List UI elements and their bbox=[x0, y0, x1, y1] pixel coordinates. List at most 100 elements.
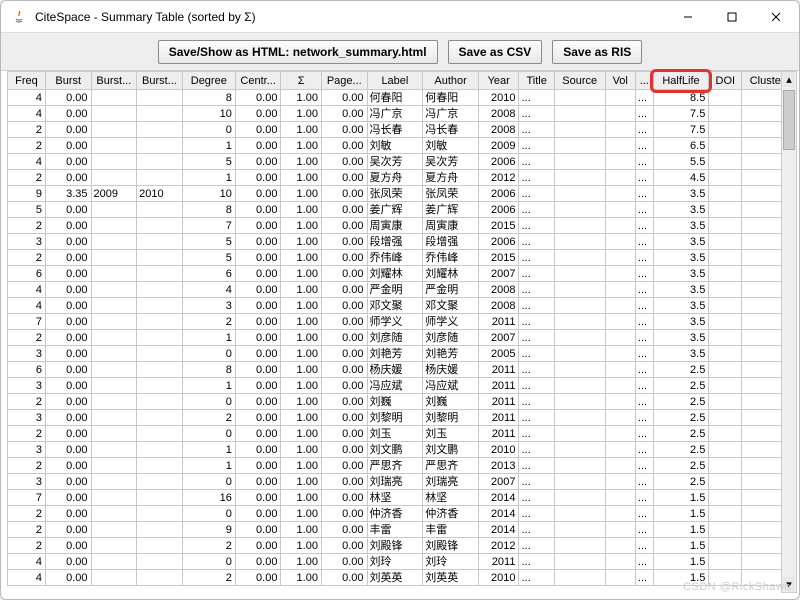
cell bbox=[137, 282, 183, 298]
cell bbox=[91, 410, 137, 426]
cell: 0 bbox=[182, 346, 235, 362]
table-row[interactable]: 40.0040.001.000.00严金明严金明2008......3.5 bbox=[8, 282, 793, 298]
cell bbox=[709, 330, 742, 346]
table-row[interactable]: 20.0020.001.000.00刘殿锋刘殿锋2012......1.5 bbox=[8, 538, 793, 554]
cell: 5.5 bbox=[653, 154, 709, 170]
column-header[interactable]: Degree bbox=[182, 72, 235, 90]
cell: 0.00 bbox=[321, 266, 367, 282]
table-row[interactable]: 40.0030.001.000.00邓文聚邓文聚2008......3.5 bbox=[8, 298, 793, 314]
cell: 0.00 bbox=[235, 442, 281, 458]
table-row[interactable]: 30.0000.001.000.00刘艳芳刘艳芳2005......3.5 bbox=[8, 346, 793, 362]
table-row[interactable]: 40.0050.001.000.00吴次芳吴次芳2006......5.5 bbox=[8, 154, 793, 170]
summary-table[interactable]: FreqBurstBurst...Burst...DegreeCentr...Σ… bbox=[7, 71, 793, 586]
cell: 1.00 bbox=[281, 234, 322, 250]
save-ris-button[interactable]: Save as RIS bbox=[552, 40, 642, 64]
table-row[interactable]: 70.00160.001.000.00林坚林坚2014......1.5 bbox=[8, 490, 793, 506]
table-row[interactable]: 20.0000.001.000.00刘巍刘巍2011......2.5 bbox=[8, 394, 793, 410]
table-row[interactable]: 20.0050.001.000.00乔伟峰乔伟峰2015......3.5 bbox=[8, 250, 793, 266]
column-header[interactable]: HalfLife bbox=[653, 72, 709, 90]
cell: 0.00 bbox=[321, 394, 367, 410]
cell bbox=[554, 426, 605, 442]
table-row[interactable]: 20.0070.001.000.00周寅康周寅康2015......3.5 bbox=[8, 218, 793, 234]
cell: 3.5 bbox=[653, 186, 709, 202]
table-row[interactable]: 20.0010.001.000.00夏方舟夏方舟2012......4.5 bbox=[8, 170, 793, 186]
cell: 1.00 bbox=[281, 362, 322, 378]
scroll-up-arrow[interactable]: ▴ bbox=[783, 72, 795, 87]
table-row[interactable]: 20.0010.001.000.00刘敏刘敏2009......6.5 bbox=[8, 138, 793, 154]
table-row[interactable]: 70.0020.001.000.00师学义师学义2011......3.5 bbox=[8, 314, 793, 330]
column-header[interactable]: Centr... bbox=[235, 72, 281, 90]
column-header[interactable]: Source bbox=[554, 72, 605, 90]
column-header[interactable]: Page... bbox=[321, 72, 367, 90]
cell: 0.00 bbox=[45, 410, 91, 426]
table-row[interactable]: 30.0010.001.000.00刘文鹏刘文鹏2010......2.5 bbox=[8, 442, 793, 458]
table-row[interactable]: 40.0000.001.000.00刘玲刘玲2011......1.5 bbox=[8, 554, 793, 570]
cell: 2014 bbox=[478, 522, 519, 538]
table-row[interactable]: 60.0080.001.000.00杨庆媛杨庆媛2011......2.5 bbox=[8, 362, 793, 378]
cell: 0.00 bbox=[235, 186, 281, 202]
table-row[interactable]: 20.0010.001.000.00刘彦随刘彦随2007......3.5 bbox=[8, 330, 793, 346]
cell: 冯广京 bbox=[423, 106, 479, 122]
cell bbox=[605, 442, 635, 458]
cell: 2 bbox=[182, 314, 235, 330]
table-row[interactable]: 93.3520092010100.001.000.00张凤荣张凤荣2006...… bbox=[8, 186, 793, 202]
column-header[interactable]: Vol bbox=[605, 72, 635, 90]
column-header[interactable]: Σ bbox=[281, 72, 322, 90]
minimize-button[interactable] bbox=[675, 7, 701, 27]
column-header[interactable]: DOI bbox=[709, 72, 742, 90]
table-row[interactable]: 30.0020.001.000.00刘黎明刘黎明2011......2.5 bbox=[8, 410, 793, 426]
table-row[interactable]: 30.0010.001.000.00冯应斌冯应斌2011......2.5 bbox=[8, 378, 793, 394]
table-row[interactable]: 60.0060.001.000.00刘耀林刘耀林2007......3.5 bbox=[8, 266, 793, 282]
close-button[interactable] bbox=[763, 7, 789, 27]
cell: 3 bbox=[8, 474, 46, 490]
table-row[interactable]: 30.0050.001.000.00段增强段增强2006......3.5 bbox=[8, 234, 793, 250]
save-html-button[interactable]: Save/Show as HTML: network_summary.html bbox=[158, 40, 438, 64]
cell: 0.00 bbox=[235, 506, 281, 522]
column-header[interactable]: Title bbox=[519, 72, 554, 90]
maximize-button[interactable] bbox=[719, 7, 745, 27]
cell bbox=[91, 138, 137, 154]
vertical-scrollbar[interactable]: ▴ ▾ bbox=[781, 71, 797, 593]
cell: 何春阳 bbox=[423, 90, 479, 106]
column-header[interactable]: Burst... bbox=[137, 72, 183, 90]
table-row[interactable]: 20.0000.001.000.00冯长春冯长春2008......7.5 bbox=[8, 122, 793, 138]
column-header[interactable]: Year bbox=[478, 72, 519, 90]
table-row[interactable]: 20.0090.001.000.00丰雷丰雷2014......1.5 bbox=[8, 522, 793, 538]
scroll-thumb[interactable] bbox=[783, 90, 795, 150]
cell: 3.5 bbox=[653, 282, 709, 298]
cell bbox=[137, 538, 183, 554]
cell: 0.00 bbox=[235, 234, 281, 250]
column-header[interactable]: Burst... bbox=[91, 72, 137, 90]
table-row[interactable]: 20.0000.001.000.00仲济香仲济香2014......1.5 bbox=[8, 506, 793, 522]
cell: 刘耀林 bbox=[367, 266, 423, 282]
save-csv-button[interactable]: Save as CSV bbox=[448, 40, 543, 64]
table-row[interactable]: 40.00100.001.000.00冯广京冯广京2008......7.5 bbox=[8, 106, 793, 122]
cell: ... bbox=[635, 250, 653, 266]
cell bbox=[91, 154, 137, 170]
cell: 0.00 bbox=[235, 298, 281, 314]
column-header[interactable]: Label bbox=[367, 72, 423, 90]
cell: 刘艳芳 bbox=[367, 346, 423, 362]
table-row[interactable]: 40.0020.001.000.00刘英英刘英英2010......1.5 bbox=[8, 570, 793, 586]
cell: 2005 bbox=[478, 346, 519, 362]
scroll-down-arrow[interactable]: ▾ bbox=[783, 577, 795, 592]
table-row[interactable]: 30.0000.001.000.00刘瑞亮刘瑞亮2007......2.5 bbox=[8, 474, 793, 490]
cell: ... bbox=[519, 506, 554, 522]
cell bbox=[137, 266, 183, 282]
cell: ... bbox=[635, 410, 653, 426]
cell: 0.00 bbox=[235, 218, 281, 234]
cell: 吴次芳 bbox=[367, 154, 423, 170]
cell: 1.5 bbox=[653, 490, 709, 506]
column-header[interactable]: ... bbox=[635, 72, 653, 90]
table-row[interactable]: 20.0010.001.000.00严思齐严思齐2013......2.5 bbox=[8, 458, 793, 474]
cell bbox=[605, 266, 635, 282]
column-header[interactable]: Freq bbox=[8, 72, 46, 90]
table-row[interactable]: 20.0000.001.000.00刘玉刘玉2011......2.5 bbox=[8, 426, 793, 442]
table-row[interactable]: 50.0080.001.000.00姜广辉姜广辉2006......3.5 bbox=[8, 202, 793, 218]
cell: 0.00 bbox=[321, 554, 367, 570]
cell: 仲济香 bbox=[423, 506, 479, 522]
cell: 0.00 bbox=[321, 282, 367, 298]
table-row[interactable]: 40.0080.001.000.00何春阳何春阳2010......8.5 bbox=[8, 90, 793, 106]
column-header[interactable]: Author bbox=[423, 72, 479, 90]
column-header[interactable]: Burst bbox=[45, 72, 91, 90]
